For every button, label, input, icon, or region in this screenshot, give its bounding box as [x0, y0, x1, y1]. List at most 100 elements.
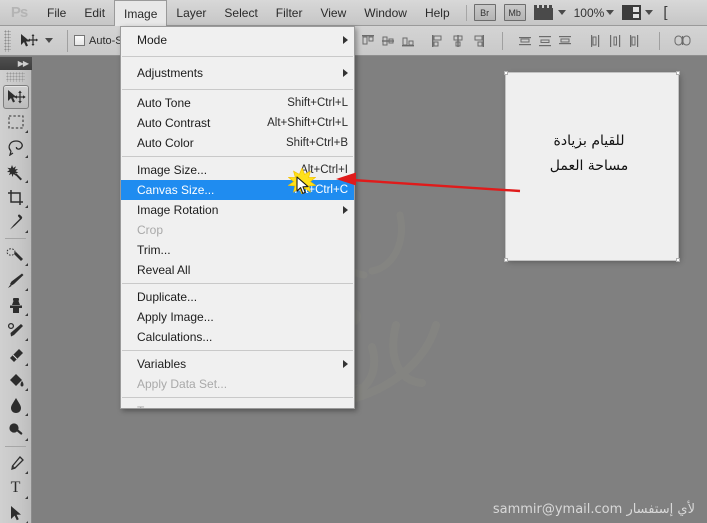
tools-panel-header[interactable]: ▶▶ — [0, 57, 32, 70]
tool-blur[interactable] — [3, 393, 29, 417]
menu-item-calculations[interactable]: Calculations... — [121, 327, 354, 347]
tool-flyout-triangle-icon — [24, 180, 28, 183]
tool-crop[interactable] — [3, 185, 29, 209]
menu-layer[interactable]: Layer — [167, 0, 215, 26]
menu-item-auto-contrast[interactable]: Auto Contrast Alt+Shift+Ctrl+L — [121, 113, 354, 133]
canvas-handle-br[interactable] — [676, 258, 680, 262]
menu-item-apply-data-set: Apply Data Set... — [121, 374, 354, 394]
options-bar-grip[interactable] — [4, 29, 11, 52]
menu-item-image-rotation[interactable]: Image Rotation — [121, 200, 354, 220]
options-divider-3 — [659, 31, 660, 50]
menu-item-label: Trap... — [137, 404, 171, 408]
menu-item-image-size[interactable]: Image Size... Alt+Ctrl+I — [121, 160, 354, 180]
menu-separator — [122, 283, 353, 284]
align-top-edges-icon[interactable] — [360, 33, 376, 49]
distribute-vertical-centers-icon[interactable] — [537, 33, 553, 49]
menu-item-label: Trim... — [137, 243, 171, 257]
tool-brush[interactable] — [3, 268, 29, 292]
canvas-handle-tl[interactable] — [504, 71, 508, 75]
menu-item-trim[interactable]: Trim... — [121, 240, 354, 260]
tool-pen[interactable] — [3, 451, 29, 475]
distribute-horizontal-centers-icon[interactable] — [607, 33, 623, 49]
menu-item-reveal-all[interactable]: Reveal All — [121, 260, 354, 280]
canvas-handle-bl[interactable] — [504, 258, 508, 262]
tool-quick-selection[interactable] — [3, 160, 29, 184]
align-bottom-edges-icon[interactable] — [400, 33, 416, 49]
menu-filter[interactable]: Filter — [267, 0, 312, 26]
menu-item-label: Variables — [137, 357, 187, 371]
launch-mini-bridge-button[interactable]: Mb — [503, 4, 526, 21]
menu-item-label: Auto Tone — [137, 96, 191, 110]
menu-item-label: Crop — [137, 223, 164, 237]
footer-contact: لأي إستفسار sammir@ymail.com — [0, 502, 707, 517]
canvas-text-line-2: مساحة العمل — [549, 157, 629, 174]
menu-select[interactable]: Select — [215, 0, 266, 26]
tool-dodge[interactable] — [3, 418, 29, 442]
menu-edit[interactable]: Edit — [75, 0, 114, 26]
menu-item-duplicate[interactable]: Duplicate... — [121, 287, 354, 307]
tool-eyedropper[interactable] — [3, 210, 29, 234]
menu-item-apply-image[interactable]: Apply Image... — [121, 307, 354, 327]
menu-item-label: Apply Data Set... — [137, 377, 228, 391]
tool-paint-bucket[interactable] — [3, 368, 29, 392]
tool-move[interactable] — [2, 85, 29, 109]
distribute-left-edges-icon[interactable] — [587, 33, 603, 49]
tool-lasso[interactable] — [3, 135, 29, 159]
menu-item-canvas-size[interactable]: Canvas Size... Alt+Ctrl+C — [121, 180, 354, 200]
chevron-down-icon-workspace[interactable] — [645, 10, 654, 15]
chevron-down-icon-zoom[interactable] — [606, 10, 615, 15]
distribute-top-edges-icon[interactable] — [517, 33, 533, 49]
menu-item-label: Mode — [137, 33, 168, 47]
menu-item-auto-tone[interactable]: Auto Tone Shift+Ctrl+L — [121, 93, 354, 113]
tool-marquee[interactable] — [3, 110, 29, 134]
menu-bar: Ps File Edit Image Layer Select Filter V… — [0, 0, 707, 27]
launch-bridge-button[interactable]: Br — [473, 4, 496, 21]
double-chevron-right-icon[interactable]: ▶▶ — [18, 59, 29, 68]
document-canvas[interactable]: للقيام بزيادة مساحة العمل — [504, 71, 680, 262]
menu-file[interactable]: File — [38, 0, 75, 26]
auto-align-layers-icon[interactable] — [674, 33, 691, 49]
menu-item-label: Apply Image... — [137, 310, 214, 324]
tool-preset-chevron-icon[interactable] — [45, 38, 53, 43]
tool-flyout-triangle-icon — [24, 413, 28, 416]
menu-item-adjustments[interactable]: Adjustments — [121, 60, 354, 86]
distribute-bottom-edges-icon[interactable] — [557, 33, 573, 49]
align-horizontal-centers-icon[interactable] — [450, 33, 466, 49]
workspace-layout-icon[interactable] — [622, 5, 642, 20]
options-divider-2 — [502, 31, 503, 50]
distribute-right-edges-icon[interactable] — [627, 33, 643, 49]
footer-arabic-label: لأي إستفسار — [626, 502, 695, 517]
tool-flyout-triangle-icon — [24, 263, 28, 266]
chevron-down-icon-extras[interactable] — [557, 10, 566, 15]
menubar-divider — [465, 4, 467, 21]
menu-window[interactable]: Window — [355, 0, 416, 26]
tool-flyout-triangle-icon — [24, 338, 28, 341]
menu-item-label: Auto Color — [137, 136, 194, 150]
menu-view[interactable]: View — [311, 0, 355, 26]
tool-history-brush[interactable] — [3, 318, 29, 342]
menu-image[interactable]: Image — [114, 0, 168, 27]
canvas-handle-tr[interactable] — [676, 71, 680, 75]
auto-select-checkbox[interactable] — [74, 35, 85, 46]
view-extras-icon[interactable] — [533, 5, 553, 20]
menu-item-variables[interactable]: Variables — [121, 354, 354, 374]
tool-flyout-triangle-icon — [24, 288, 28, 291]
current-tool-icon-move[interactable] — [15, 33, 43, 49]
tool-spot-healing-brush[interactable] — [3, 243, 29, 267]
menu-help[interactable]: Help — [416, 0, 459, 26]
align-right-edges-icon[interactable] — [470, 33, 486, 49]
tools-panel-grip[interactable] — [6, 72, 25, 82]
menu-item-auto-color[interactable]: Auto Color Shift+Ctrl+B — [121, 133, 354, 153]
align-left-edges-icon[interactable] — [430, 33, 446, 49]
menu-separator — [122, 397, 353, 398]
tools-divider-2 — [5, 446, 26, 447]
menu-item-shortcut: Shift+Ctrl+L — [287, 97, 348, 109]
menu-item-mode[interactable]: Mode — [121, 27, 354, 53]
menu-item-label: Reveal All — [137, 263, 191, 277]
tools-divider-1 — [5, 238, 26, 239]
tool-eraser[interactable] — [3, 343, 29, 367]
screen-mode-icon[interactable]: [ — [663, 4, 667, 21]
tool-type[interactable]: T — [3, 476, 29, 500]
tool-clone-stamp[interactable] — [3, 293, 29, 317]
align-vertical-centers-icon[interactable] — [380, 33, 396, 49]
